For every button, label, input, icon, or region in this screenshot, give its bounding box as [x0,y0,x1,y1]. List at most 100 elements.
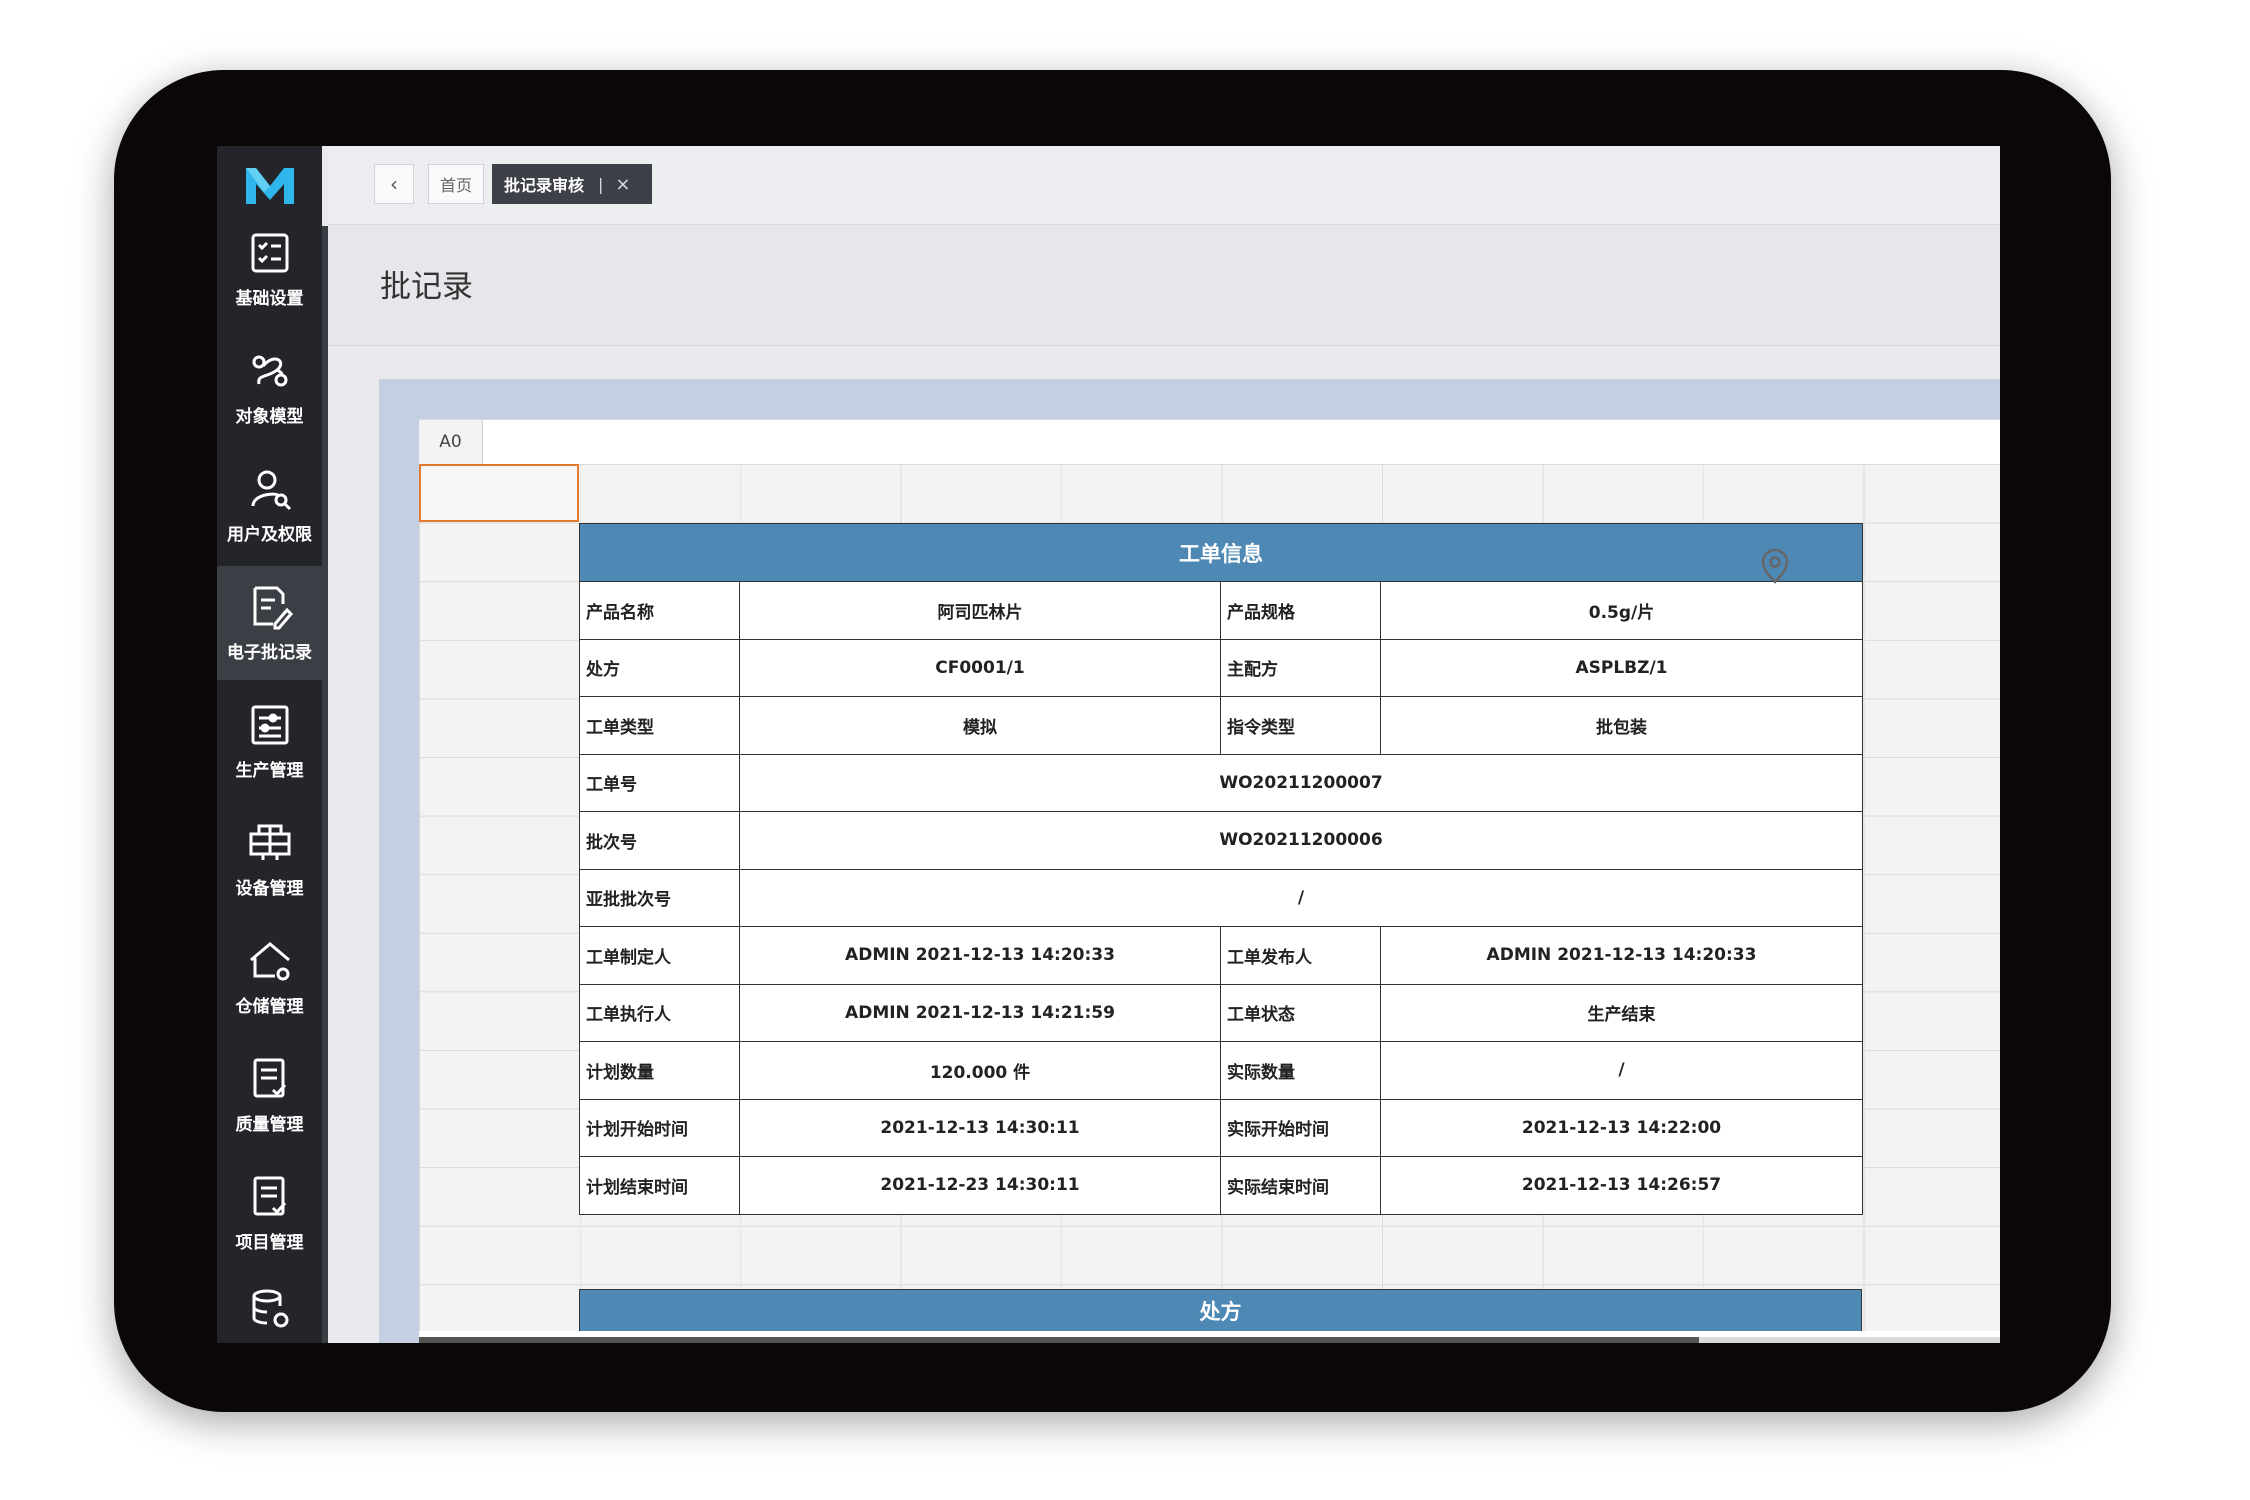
cell-value[interactable]: ADMIN 2021-12-13 14:20:33 [1380,926,1863,985]
cell-label[interactable]: 工单发布人 [1220,926,1381,985]
cell-value[interactable]: 阿司匹林片 [739,581,1221,640]
page-header: 批记录 [328,225,2000,346]
sidebar: 基础设置 对象模型 用户及权限 电子批记录 生产管理 设备管理 仓储管理 质量管… [217,146,322,1343]
warehouse-icon [249,941,290,980]
cell-value[interactable]: CF0001/1 [739,638,1221,697]
cell-value[interactable]: 2021-12-23 14:30:11 [739,1156,1221,1215]
cell-value[interactable]: ADMIN 2021-12-13 14:21:59 [739,983,1221,1042]
tab-separator: | [598,174,604,194]
cell-label[interactable]: 批次号 [579,811,740,870]
cell-value[interactable]: 0.5g/片 [1380,581,1863,640]
table-row: 工单制定人 ADMIN 2021-12-13 14:20:33 工单发布人 AD… [579,926,1863,985]
table-row: 计划结束时间 2021-12-23 14:30:11 实际结束时间 2021-1… [579,1156,1863,1215]
table-row: 工单号 WO20211200007 [579,753,1863,812]
cell-label[interactable]: 工单执行人 [579,983,740,1042]
sidebar-item-warehouse[interactable]: 仓储管理 [217,920,322,1034]
table-row: 处方 CF0001/1 主配方 ASPLBZ/1 [579,638,1863,697]
cell-label[interactable]: 计划结束时间 [579,1156,740,1215]
cell-label[interactable]: 亚批批次号 [579,868,740,927]
sidebar-scrollbar[interactable] [322,226,328,1343]
cell-label[interactable]: 实际结束时间 [1220,1156,1381,1215]
database-settings-icon [252,1289,288,1328]
sidebar-item-users-permissions[interactable]: 用户及权限 [217,448,322,562]
list-settings-icon [251,233,288,272]
table-title: 工单信息 [579,523,1863,582]
table-row: 工单执行人 ADMIN 2021-12-13 14:21:59 工单状态 生产结… [579,983,1863,1042]
cell-label[interactable]: 计划数量 [579,1041,740,1100]
model-icon [252,355,287,386]
sidebar-item-database[interactable] [217,1274,322,1343]
cell-value[interactable]: 120.000 件 [739,1041,1221,1100]
chevron-left-icon: ‹ [390,172,398,196]
sidebar-item-label: 用户及权限 [227,524,312,545]
horizontal-scrollbar[interactable] [419,1337,2000,1343]
tab-bar: ‹ 首页 批记录审核 | × [328,146,2000,225]
selected-cell[interactable] [419,464,579,522]
sidebar-item-basic-settings[interactable]: 基础设置 [217,212,322,326]
sidebar-item-label: 项目管理 [235,1232,304,1253]
cell-label[interactable]: 实际数量 [1220,1041,1381,1100]
sidebar-item-label: 设备管理 [235,878,304,899]
cell-value[interactable]: / [739,868,1863,927]
location-pin-icon[interactable] [1755,546,1795,586]
sidebar-item-equipment[interactable]: 设备管理 [217,802,322,916]
production-icon [251,705,288,744]
sidebar-item-label: 对象模型 [235,406,304,427]
tab-home[interactable]: 首页 [428,164,484,204]
sidebar-item-quality[interactable]: 质量管理 [217,1038,322,1152]
cell-value[interactable]: WO20211200007 [739,753,1863,812]
cell-value[interactable]: WO20211200006 [739,811,1863,870]
cell-value[interactable]: 2021-12-13 14:22:00 [1380,1098,1863,1157]
cell-label[interactable]: 实际开始时间 [1220,1098,1381,1157]
app-screen: 基础设置 对象模型 用户及权限 电子批记录 生产管理 设备管理 仓储管理 质量管… [217,146,2000,1343]
sidebar-item-production[interactable]: 生产管理 [217,684,322,798]
cell-label[interactable]: 产品名称 [579,581,740,640]
cell-value[interactable]: ADMIN 2021-12-13 14:20:33 [739,926,1221,985]
cell-value[interactable]: 模拟 [739,696,1221,755]
sidebar-item-label: 质量管理 [235,1114,304,1135]
cell-value[interactable]: 2021-12-13 14:30:11 [739,1098,1221,1157]
cell-label[interactable]: 处方 [579,638,740,697]
cell-value[interactable]: 批包装 [1380,696,1863,755]
table-row: 计划开始时间 2021-12-13 14:30:11 实际开始时间 2021-1… [579,1098,1863,1157]
app-logo [246,168,294,204]
tab-label: 批记录审核 [504,176,585,195]
tab-home-label: 首页 [439,176,472,195]
table-header-row: 工单信息 [579,523,1863,582]
cell-label[interactable]: 指令类型 [1220,696,1381,755]
cell-label[interactable]: 工单号 [579,753,740,812]
sidebar-item-label: 基础设置 [235,288,304,309]
close-icon[interactable]: × [615,174,630,195]
table-row: 产品名称 阿司匹林片 产品规格 0.5g/片 [579,581,1863,640]
content-area: A0 工单信息 产品名称 阿司匹林片 产品规格 0.5g/片 处方 CF0001… [379,379,2000,1343]
cell-value[interactable]: 2021-12-13 14:26:57 [1380,1156,1863,1215]
cell-value[interactable]: / [1380,1041,1863,1100]
page-title: 批记录 [380,269,473,305]
back-button[interactable]: ‹ [374,164,414,204]
sidebar-item-label: 仓储管理 [235,996,304,1017]
scrollbar-thumb[interactable] [419,1337,1699,1343]
cell-label[interactable]: 主配方 [1220,638,1381,697]
work-order-info-table: 工单信息 产品名称 阿司匹林片 产品规格 0.5g/片 处方 CF0001/1 … [579,523,1863,1215]
cell-value[interactable]: 生产结束 [1380,983,1863,1042]
tab-batch-record-review[interactable]: 批记录审核 | × [492,164,652,204]
cell-label[interactable]: 工单类型 [579,696,740,755]
formula-bar[interactable]: A0 [419,419,2000,465]
cell-value[interactable]: ASPLBZ/1 [1380,638,1863,697]
cell-label[interactable]: 计划开始时间 [579,1098,740,1157]
sidebar-item-project[interactable]: 项目管理 [217,1156,322,1270]
sidebar-item-label: 电子批记录 [227,642,312,663]
sidebar-item-object-model[interactable]: 对象模型 [217,330,322,444]
sidebar-item-electronic-batch-record[interactable]: 电子批记录 [217,566,322,680]
ebr-document-icon [253,586,293,629]
sheet-grid[interactable]: 工单信息 产品名称 阿司匹林片 产品规格 0.5g/片 处方 CF0001/1 … [419,464,2000,1331]
cell-label[interactable]: 工单制定人 [579,926,740,985]
prescription-section-header: 处方 [579,1289,1862,1331]
table-row: 批次号 WO20211200006 [579,811,1863,870]
table-row: 工单类型 模拟 指令类型 批包装 [579,696,1863,755]
cell-label[interactable]: 产品规格 [1220,581,1381,640]
quality-icon [253,1058,286,1097]
user-permission-icon [251,470,291,510]
cell-reference-box[interactable]: A0 [419,420,483,464]
cell-label[interactable]: 工单状态 [1220,983,1381,1042]
